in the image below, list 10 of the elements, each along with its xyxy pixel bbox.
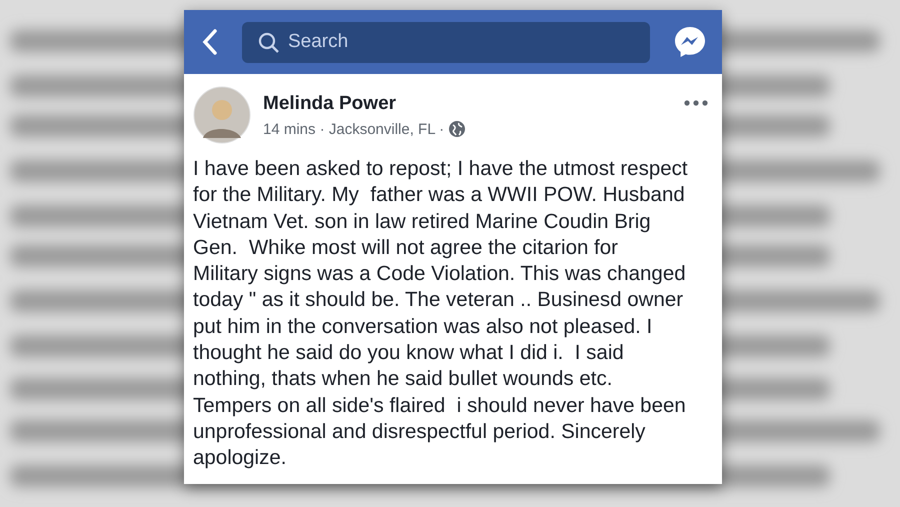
- search-icon: [258, 32, 280, 54]
- post-meta: 14 mins · Jacksonville, FL ·: [263, 120, 444, 138]
- author-name[interactable]: Melinda Power: [263, 92, 672, 114]
- avatar: [193, 86, 251, 144]
- more-icon[interactable]: [684, 100, 708, 106]
- globe-icon: [449, 121, 466, 137]
- back-icon[interactable]: [202, 29, 218, 55]
- post-text: I have been asked to repost; I have the utmost respect for the Military. My father was a WWII POW. Husband Vietnam Vet. son in law retired Marine Coudin Brig Gen. Whike most will not agree the citarion for Military signs was a Code Violation. This was changed today " as it should be. The veteran .. Businesd owner put him in the conversation was also not pleased. I thought he said do you know what I did i. I said nothing, thats when he said bullet wounds etc. Tempers on all side's flaired i should never have been unprofessional and disrespectful period. Sincerely apologize.: [193, 156, 689, 472]
- search-field[interactable]: Search: [242, 22, 650, 62]
- messenger-icon[interactable]: [674, 26, 706, 58]
